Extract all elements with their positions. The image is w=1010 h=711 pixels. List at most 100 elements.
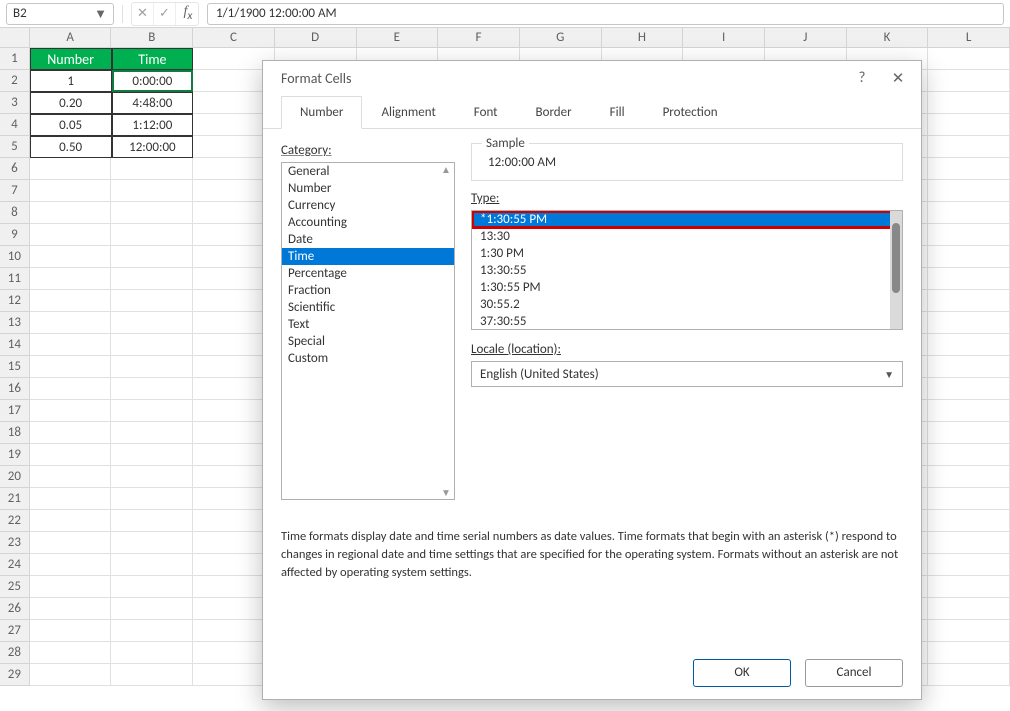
tab-fill[interactable]: Fill (591, 96, 644, 129)
column-header-C[interactable]: C (193, 28, 275, 48)
cell-B14[interactable] (111, 334, 193, 356)
cell-B7[interactable] (111, 180, 193, 202)
cell-A11[interactable] (30, 268, 112, 290)
cell-B13[interactable] (111, 312, 193, 334)
row-header-4[interactable]: 4 (0, 114, 30, 136)
type-item-1[interactable]: 13:30 (472, 228, 902, 245)
cell-A17[interactable] (30, 400, 112, 422)
row-header-20[interactable]: 20 (0, 466, 30, 488)
column-header-J[interactable]: J (765, 28, 847, 48)
cell-L3[interactable] (928, 92, 1010, 114)
row-header-12[interactable]: 12 (0, 290, 30, 312)
cell-A3[interactable]: 0.20 (30, 92, 112, 114)
cell-L26[interactable] (928, 598, 1010, 620)
cell-B23[interactable] (111, 532, 193, 554)
row-header-1[interactable]: 1 (0, 48, 30, 70)
close-icon[interactable]: ✕ (883, 69, 913, 88)
column-header-I[interactable]: I (683, 28, 765, 48)
cell-B28[interactable] (111, 642, 193, 664)
cell-A4[interactable]: 0.05 (30, 114, 112, 136)
cell-L9[interactable] (928, 224, 1010, 246)
type-scrollbar[interactable] (890, 211, 902, 329)
cell-A23[interactable] (30, 532, 112, 554)
category-item-number[interactable]: Number (282, 180, 454, 197)
category-item-special[interactable]: Special (282, 333, 454, 350)
cell-B15[interactable] (111, 356, 193, 378)
row-header-22[interactable]: 22 (0, 510, 30, 532)
cell-A14[interactable] (30, 334, 112, 356)
column-header-F[interactable]: F (438, 28, 520, 48)
cell-A2[interactable]: 1 (30, 70, 112, 92)
cell-B8[interactable] (111, 202, 193, 224)
cell-L7[interactable] (928, 180, 1010, 202)
cell-L15[interactable] (928, 356, 1010, 378)
cell-B25[interactable] (111, 576, 193, 598)
row-header-5[interactable]: 5 (0, 136, 30, 158)
confirm-edit-icon[interactable]: ✓ (154, 3, 176, 25)
row-header-27[interactable]: 27 (0, 620, 30, 642)
ok-button[interactable]: OK (693, 659, 791, 687)
cell-L22[interactable] (928, 510, 1010, 532)
type-item-4[interactable]: 1:30:55 PM (472, 279, 902, 296)
cell-L18[interactable] (928, 422, 1010, 444)
cell-A9[interactable] (30, 224, 112, 246)
row-header-7[interactable]: 7 (0, 180, 30, 202)
scroll-up-icon[interactable]: ▲ (438, 163, 454, 176)
row-header-16[interactable]: 16 (0, 378, 30, 400)
cell-A10[interactable] (30, 246, 112, 268)
cell-L24[interactable] (928, 554, 1010, 576)
row-header-3[interactable]: 3 (0, 92, 30, 114)
cell-L29[interactable] (928, 664, 1010, 686)
cell-A27[interactable] (30, 620, 112, 642)
tab-number[interactable]: Number (281, 96, 362, 129)
column-header-L[interactable]: L (928, 28, 1010, 48)
row-header-15[interactable]: 15 (0, 356, 30, 378)
scroll-down-icon[interactable]: ▼ (438, 486, 454, 499)
type-item-6[interactable]: 37:30:55 (472, 313, 902, 330)
cell-A21[interactable] (30, 488, 112, 510)
category-item-text[interactable]: Text (282, 316, 454, 333)
row-header-13[interactable]: 13 (0, 312, 30, 334)
cell-A16[interactable] (30, 378, 112, 400)
row-header-29[interactable]: 29 (0, 664, 30, 686)
row-header-11[interactable]: 11 (0, 268, 30, 290)
cell-A1[interactable]: Number (30, 48, 112, 70)
category-item-date[interactable]: Date (282, 231, 454, 248)
row-header-14[interactable]: 14 (0, 334, 30, 356)
cell-L13[interactable] (928, 312, 1010, 334)
cell-L16[interactable] (928, 378, 1010, 400)
cell-L10[interactable] (928, 246, 1010, 268)
cell-B1[interactable]: Time (112, 48, 194, 70)
category-item-scientific[interactable]: Scientific (282, 299, 454, 316)
row-header-28[interactable]: 28 (0, 642, 30, 664)
row-header-18[interactable]: 18 (0, 422, 30, 444)
cell-L4[interactable] (928, 114, 1010, 136)
column-header-B[interactable]: B (111, 28, 193, 48)
cell-B2[interactable]: 0:00:00 (112, 70, 194, 92)
cell-A28[interactable] (30, 642, 112, 664)
cell-B27[interactable] (111, 620, 193, 642)
column-header-A[interactable]: A (30, 28, 112, 48)
cell-B3[interactable]: 4:48:00 (112, 92, 194, 114)
cell-B4[interactable]: 1:12:00 (112, 114, 194, 136)
name-box[interactable]: B2 ▼ (6, 3, 114, 25)
cancel-edit-icon[interactable]: ✕ (132, 3, 154, 25)
select-all-corner[interactable] (0, 28, 30, 48)
cell-A19[interactable] (30, 444, 112, 466)
row-header-6[interactable]: 6 (0, 158, 30, 180)
cell-L25[interactable] (928, 576, 1010, 598)
cell-A26[interactable] (30, 598, 112, 620)
column-header-H[interactable]: H (602, 28, 684, 48)
cell-L14[interactable] (928, 334, 1010, 356)
type-item-5[interactable]: 30:55.2 (472, 296, 902, 313)
cell-B6[interactable] (111, 158, 193, 180)
row-header-23[interactable]: 23 (0, 532, 30, 554)
cell-L8[interactable] (928, 202, 1010, 224)
cell-A7[interactable] (30, 180, 112, 202)
row-header-21[interactable]: 21 (0, 488, 30, 510)
help-icon[interactable]: ? (847, 69, 877, 88)
cell-B20[interactable] (111, 466, 193, 488)
cell-L1[interactable] (928, 48, 1010, 70)
type-item-3[interactable]: 13:30:55 (472, 262, 902, 279)
cell-B22[interactable] (111, 510, 193, 532)
